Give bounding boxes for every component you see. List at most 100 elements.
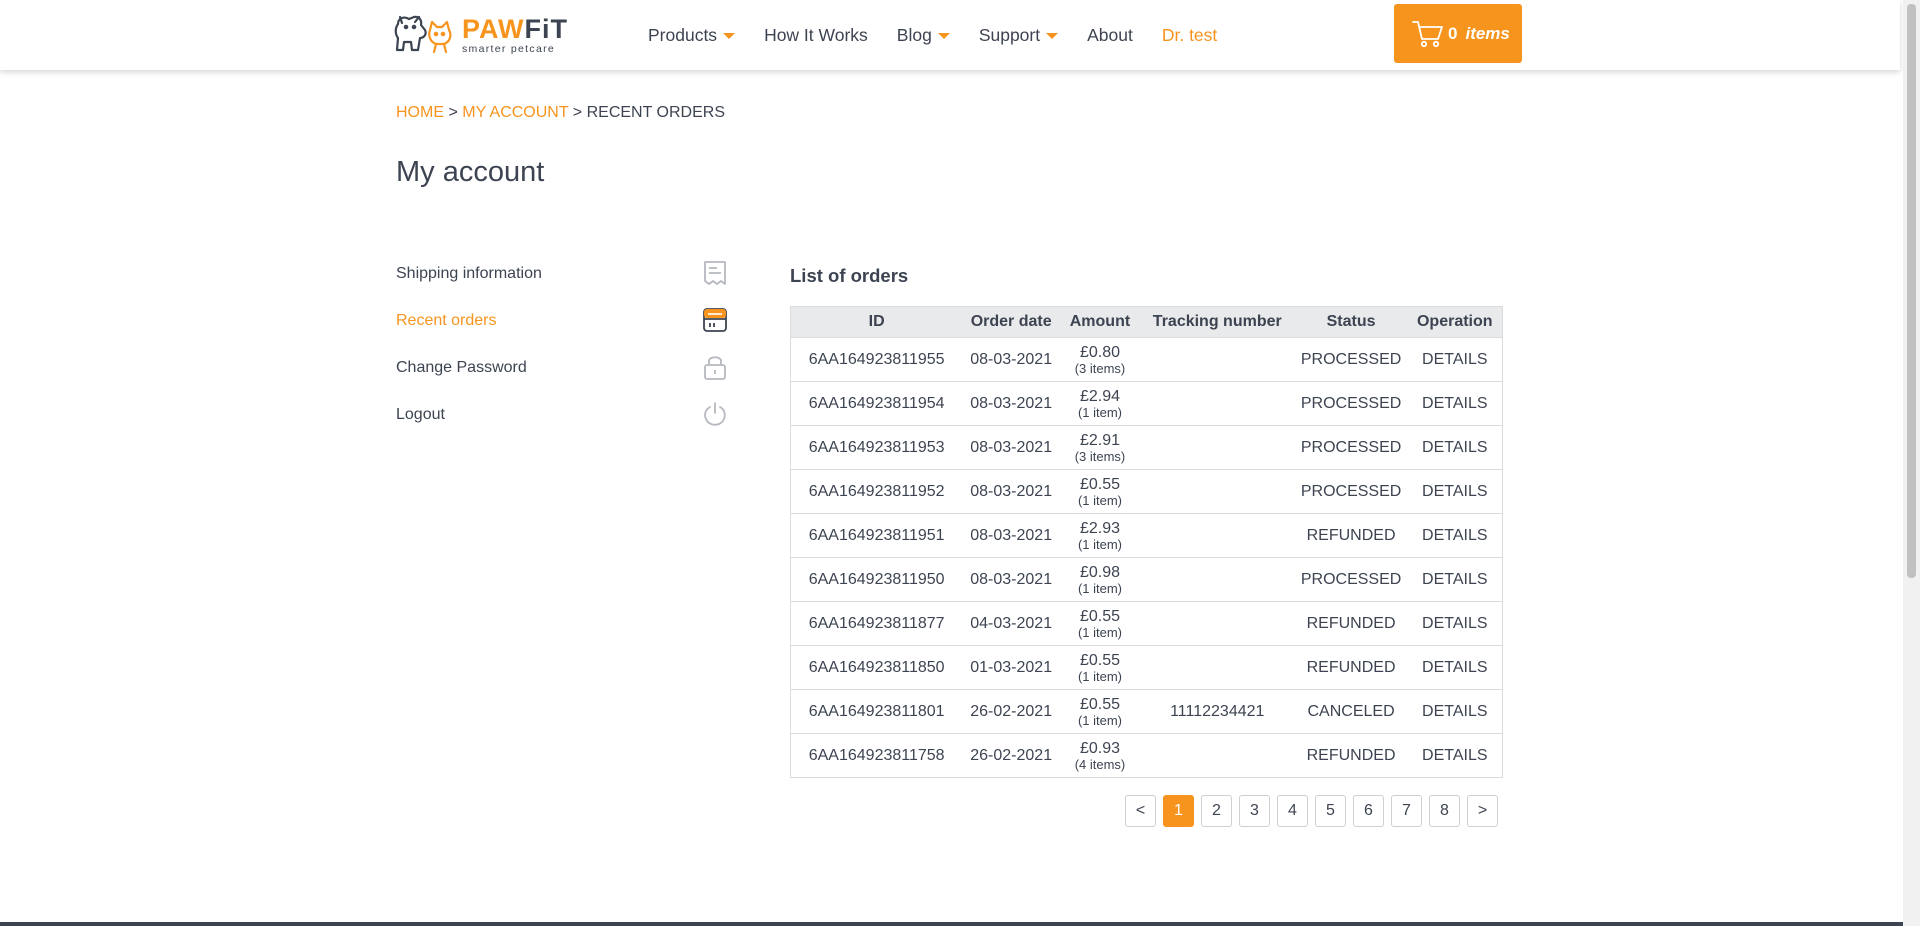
footer-edge: [0, 922, 1903, 926]
sidebar-item-change-password[interactable]: Change Password: [396, 344, 732, 391]
page-button-5[interactable]: 5: [1315, 795, 1346, 827]
order-qty: (3 items): [1074, 360, 1126, 376]
account-sidebar: Shipping information Recent orders Chang…: [396, 250, 732, 438]
order-amount: £0.98 (1 item): [1060, 557, 1140, 602]
power-icon: [704, 402, 726, 426]
order-amount: £0.80 (3 items): [1060, 337, 1140, 382]
breadcrumb-separator: >: [572, 104, 583, 121]
order-qty: (3 items): [1074, 448, 1126, 464]
order-amount: £2.93 (1 item): [1060, 513, 1140, 558]
page-button-7[interactable]: 7: [1391, 795, 1422, 827]
nav-products[interactable]: Products: [648, 25, 736, 46]
logo-wordmark-paw: PAW: [462, 13, 525, 44]
order-amount: £0.55 (1 item): [1060, 601, 1140, 646]
details-link[interactable]: DETAILS: [1407, 557, 1503, 602]
page-button-8[interactable]: 8: [1429, 795, 1460, 827]
order-qty: (1 item): [1077, 536, 1122, 552]
table-row: 6AA164923811951 08-03-2021 £2.93 (1 item)…: [790, 513, 1503, 558]
nav-how-it-works-label: How It Works: [764, 24, 868, 45]
table-row: 6AA164923811954 08-03-2021 £2.94 (1 item)…: [790, 381, 1503, 426]
page-button-1[interactable]: 1: [1163, 795, 1194, 827]
order-date: 04-03-2021: [962, 601, 1061, 646]
order-price: £2.94: [1079, 387, 1120, 405]
order-amount: £0.55 (1 item): [1060, 469, 1140, 514]
order-date: 01-03-2021: [962, 645, 1061, 690]
page-button-3[interactable]: 3: [1239, 795, 1270, 827]
order-status: PROCESSED: [1294, 337, 1408, 382]
table-header-row: ID Order date Amount Tracking number Sta…: [790, 306, 1503, 338]
details-link[interactable]: DETAILS: [1407, 337, 1503, 382]
column-header-operation: Operation: [1407, 306, 1503, 338]
caret-down-icon: [1046, 33, 1059, 39]
nav-support[interactable]: Support: [978, 24, 1059, 46]
order-tracking: [1139, 645, 1295, 690]
cart-count: 0: [1448, 23, 1458, 43]
table-row: 6AA164923811953 08-03-2021 £2.91 (3 items…: [790, 425, 1503, 470]
breadcrumb-home[interactable]: HOME: [396, 104, 444, 121]
page-button-4[interactable]: 4: [1277, 795, 1308, 827]
vertical-scrollbar[interactable]: [1903, 0, 1920, 926]
order-qty: (1 item): [1077, 668, 1122, 684]
sidebar-item-shipping[interactable]: Shipping information: [396, 250, 732, 297]
order-tracking: [1139, 381, 1295, 426]
order-status: PROCESSED: [1294, 557, 1408, 602]
table-row: 6AA164923811850 01-03-2021 £0.55 (1 item)…: [790, 645, 1503, 690]
logo-text: PAWFiT smarter petcare: [462, 13, 568, 55]
column-header-amount: Amount: [1060, 306, 1140, 338]
order-status: PROCESSED: [1294, 469, 1408, 514]
order-status: REFUNDED: [1294, 513, 1408, 558]
nav-about[interactable]: About: [1087, 25, 1133, 46]
order-date: 08-03-2021: [962, 381, 1061, 426]
page-prev-button[interactable]: <: [1125, 795, 1156, 827]
order-tracking: [1139, 601, 1295, 646]
details-link[interactable]: DETAILS: [1407, 469, 1503, 514]
details-link[interactable]: DETAILS: [1407, 381, 1503, 426]
order-qty: (1 item): [1077, 492, 1122, 508]
pawfit-logo[interactable]: PAWFiT smarter petcare: [392, 14, 568, 56]
page-title: My account: [396, 156, 545, 188]
nav-user-label: Dr. test: [1161, 24, 1218, 45]
order-id: 6AA164923811951: [790, 513, 963, 558]
nav-user-account[interactable]: Dr. test: [1162, 25, 1217, 46]
sidebar-item-label: Shipping information: [396, 264, 542, 282]
details-link[interactable]: DETAILS: [1407, 513, 1503, 558]
breadcrumb: HOME > MY ACCOUNT > RECENT ORDERS: [396, 104, 725, 122]
sidebar-item-logout[interactable]: Logout: [396, 391, 732, 438]
page-next-button[interactable]: >: [1467, 795, 1498, 827]
nav-blog-label: Blog: [896, 24, 932, 45]
order-price: £2.93: [1079, 519, 1120, 537]
details-link[interactable]: DETAILS: [1407, 645, 1503, 690]
table-row: 6AA164923811950 08-03-2021 £0.98 (1 item)…: [790, 557, 1503, 602]
orders-table: ID Order date Amount Tracking number Sta…: [790, 306, 1503, 778]
order-amount: £0.55 (1 item): [1060, 645, 1140, 690]
order-id: 6AA164923811953: [790, 425, 963, 470]
cart-button[interactable]: 0 items: [1394, 4, 1522, 63]
details-link[interactable]: DETAILS: [1407, 689, 1503, 734]
details-link[interactable]: DETAILS: [1407, 601, 1503, 646]
order-tracking: [1139, 425, 1295, 470]
page-button-6[interactable]: 6: [1353, 795, 1384, 827]
order-tracking: [1139, 337, 1295, 382]
order-price: £0.55: [1079, 695, 1120, 713]
details-link[interactable]: DETAILS: [1407, 425, 1503, 470]
order-qty: (1 item): [1077, 712, 1122, 728]
page-button-2[interactable]: 2: [1201, 795, 1232, 827]
order-date: 08-03-2021: [962, 337, 1061, 382]
details-link[interactable]: DETAILS: [1407, 733, 1503, 778]
scrollbar-thumb[interactable]: [1907, 4, 1916, 578]
order-tracking-link[interactable]: 11112234421: [1139, 689, 1295, 734]
sidebar-item-recent-orders[interactable]: Recent orders: [396, 297, 732, 344]
table-row: 6AA164923811955 08-03-2021 £0.80 (3 items…: [790, 337, 1503, 382]
order-price: £2.91: [1079, 431, 1120, 449]
nav-how-it-works[interactable]: How It Works: [764, 25, 868, 46]
order-id: 6AA164923811801: [790, 689, 963, 734]
nav-support-label: Support: [978, 24, 1041, 45]
order-price: £0.55: [1079, 475, 1120, 493]
table-row: 6AA164923811758 26-02-2021 £0.93 (4 items…: [790, 733, 1503, 778]
order-date: 08-03-2021: [962, 557, 1061, 602]
nav-blog[interactable]: Blog: [897, 25, 950, 46]
sidebar-item-label: Recent orders: [396, 311, 497, 329]
breadcrumb-my-account[interactable]: MY ACCOUNT: [462, 104, 568, 121]
lock-icon: [704, 356, 726, 380]
order-price: £0.93: [1079, 739, 1120, 757]
